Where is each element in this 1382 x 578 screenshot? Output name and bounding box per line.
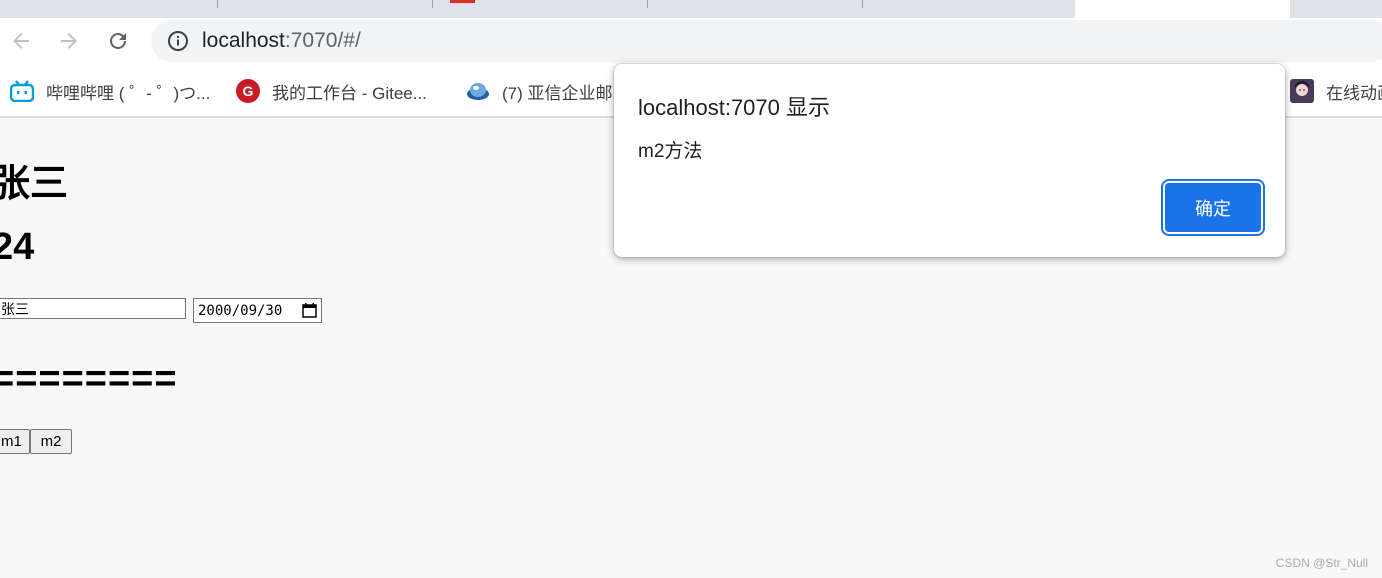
bookmark-gitee[interactable]: G 我的工作台 - Gitee...	[236, 78, 427, 104]
tab-strip	[0, 0, 1382, 18]
url-host: localhost	[202, 29, 285, 52]
alert-dialog: localhost:7070 显示 m2方法 确定	[614, 64, 1285, 257]
m1-button[interactable]: m1	[0, 429, 30, 454]
active-tab[interactable]	[1075, 0, 1290, 18]
mail-icon	[466, 79, 490, 103]
divider-heading: ========	[0, 358, 178, 400]
arrow-left-icon	[13, 33, 29, 49]
url-text[interactable]: localhost:7070/#/	[202, 29, 361, 53]
back-button[interactable]	[6, 26, 36, 56]
reload-icon	[110, 32, 126, 49]
age-heading: 24	[0, 226, 35, 268]
tab-next[interactable]	[1292, 0, 1382, 14]
birthday-date-input[interactable]: 2000/09/30	[193, 298, 322, 323]
calendar-icon[interactable]	[302, 303, 317, 318]
tab-background	[0, 0, 1075, 14]
bookmark-mail[interactable]: (7) 亚信企业邮	[466, 78, 613, 104]
watermark: CSDN @Str_Null	[1275, 556, 1368, 570]
arrow-right-icon	[61, 33, 77, 49]
bookmark-anime[interactable]: 在线动画	[1290, 78, 1382, 104]
url-path: :7070/#/	[284, 29, 361, 52]
confirm-button[interactable]: 确定	[1165, 183, 1261, 232]
tab-separator	[647, 0, 648, 8]
bookmark-label: 哔哩哔哩 ( ゜- ゜)つ...	[46, 83, 211, 103]
reload-button[interactable]	[103, 26, 133, 56]
forward-button[interactable]	[54, 26, 84, 56]
name-heading: 张三	[0, 163, 69, 205]
tab-separator	[862, 0, 863, 8]
tab-separator	[432, 0, 433, 8]
tab-favicon	[450, 0, 475, 3]
bookmark-label: (7) 亚信企业邮	[502, 83, 613, 103]
m2-button[interactable]: m2	[30, 429, 72, 454]
avatar-icon	[1290, 79, 1314, 103]
address-bar[interactable]: localhost:7070/#/	[151, 20, 1382, 62]
bookmark-label: 我的工作台 - Gitee...	[272, 83, 427, 103]
date-value: 2000/09/30	[198, 302, 283, 319]
bookmark-label: 在线动画	[1326, 83, 1382, 103]
bookmark-bilibili[interactable]: 哔哩哔哩 ( ゜- ゜)つ...	[10, 78, 210, 104]
dialog-message: m2方法	[638, 141, 703, 162]
tab-separator	[217, 0, 218, 8]
gitee-icon: G	[236, 79, 260, 103]
name-input[interactable]	[0, 298, 186, 319]
info-icon[interactable]	[167, 30, 189, 52]
svg-text:G: G	[243, 83, 254, 99]
bilibili-icon	[10, 79, 34, 103]
dialog-title: localhost:7070 显示	[638, 95, 830, 120]
